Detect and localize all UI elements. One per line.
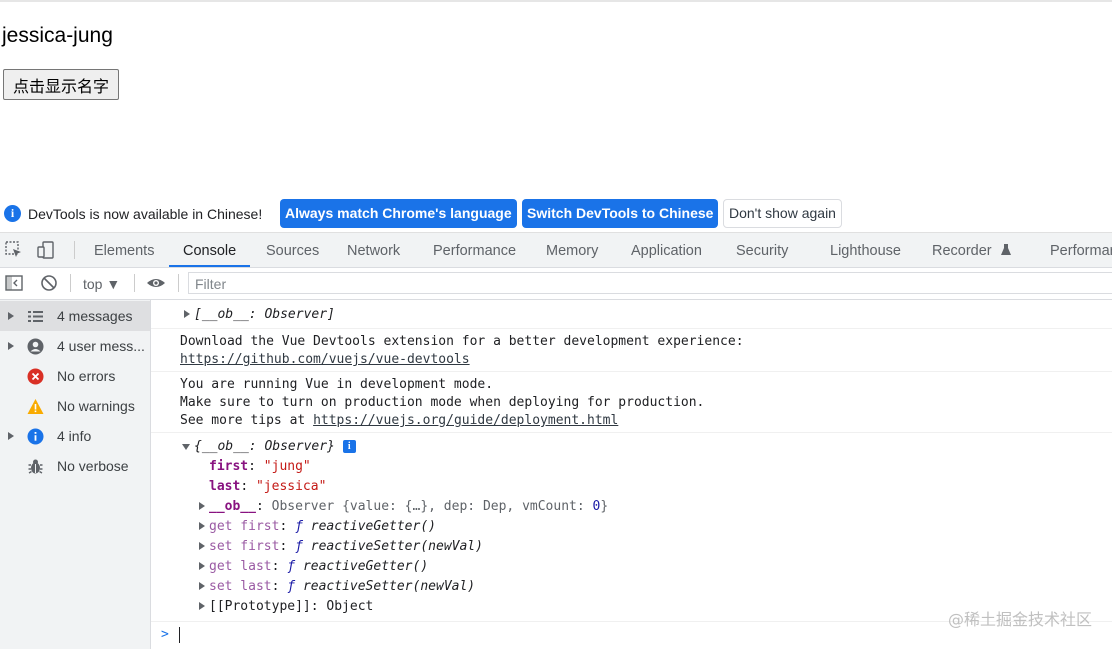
toolbar-divider — [74, 241, 75, 259]
expand-arrow-icon[interactable] — [184, 310, 190, 318]
sidebar-label: 4 user mess... — [57, 338, 145, 354]
top-border — [0, 0, 1112, 2]
expand-arrow-icon — [8, 342, 14, 350]
tab-lighthouse[interactable]: Lighthouse — [830, 233, 901, 265]
expand-arrow-icon[interactable] — [199, 562, 205, 570]
tab-recorder[interactable]: Recorder — [932, 233, 1012, 265]
object-header[interactable]: {__ob__: Observer} i — [194, 439, 356, 454]
warning-icon — [27, 399, 44, 414]
console-line: [__ob__: Observer] — [194, 307, 335, 322]
tab-memory[interactable]: Memory — [546, 233, 598, 265]
expand-arrow-icon[interactable] — [199, 602, 205, 610]
info-icon — [27, 428, 44, 445]
devtools-panel: i DevTools is now available in Chinese! … — [0, 197, 1112, 649]
console-line: You are running Vue in development mode. — [180, 377, 494, 392]
sidebar-item-messages[interactable]: 4 messages — [0, 301, 150, 331]
error-icon — [27, 368, 44, 385]
sidebar-item-verbose[interactable]: No verbose — [0, 451, 150, 481]
sidebar-label: No verbose — [57, 458, 129, 474]
inspect-element-icon[interactable] — [5, 241, 23, 259]
device-toolbar-icon[interactable] — [37, 241, 55, 259]
expand-arrow-icon[interactable] — [199, 502, 205, 510]
object-prop-prototype[interactable]: [[Prototype]]: Object — [209, 599, 373, 614]
vue-devtools-link[interactable]: https://github.com/vuejs/vue-devtools — [180, 352, 470, 367]
object-prop-set-last[interactable]: set last: ƒ reactiveSetter(newVal) — [209, 579, 475, 594]
name-display: jessica-jung — [2, 24, 113, 47]
filterbar-divider-2 — [134, 274, 135, 292]
sidebar-item-errors[interactable]: No errors — [0, 361, 150, 391]
match-language-button[interactable]: Always match Chrome's language — [280, 199, 517, 228]
filterbar-divider-3 — [178, 274, 179, 292]
console-message-dev-mode: You are running Vue in development mode.… — [151, 372, 1112, 433]
tab-elements[interactable]: Elements — [94, 233, 154, 265]
expand-arrow-icon[interactable] — [199, 522, 205, 530]
tab-sources[interactable]: Sources — [266, 233, 319, 265]
object-prop-first: first: "jung" — [209, 459, 311, 474]
sidebar-label: 4 messages — [57, 308, 133, 324]
context-selector[interactable]: top ▼ — [83, 276, 120, 292]
expand-arrow-icon — [8, 312, 14, 320]
language-infobar: i DevTools is now available in Chinese! … — [0, 197, 1112, 233]
tab-network[interactable]: Network — [347, 233, 400, 265]
infobar-text: DevTools is now available in Chinese! — [28, 206, 263, 222]
object-prop-get-last[interactable]: get last: ƒ reactiveGetter() — [209, 559, 428, 574]
console-sidebar: 4 messages 4 user mess... No errors No w… — [0, 300, 151, 649]
watermark: @稀土掘金技术社区 — [947, 610, 1092, 629]
console-message-object: {__ob__: Observer} i first: "jung" last:… — [151, 433, 1112, 622]
filterbar-divider — [70, 274, 71, 292]
object-prop-get-first[interactable]: get first: ƒ reactiveGetter() — [209, 519, 436, 534]
deployment-guide-link[interactable]: https://vuejs.org/guide/deployment.html — [313, 413, 618, 428]
object-header-text: {__ob__: Observer} — [194, 439, 335, 454]
tab-recorder-label: Recorder — [932, 243, 992, 259]
tab-console[interactable]: Console — [169, 233, 251, 267]
sidebar-label: No errors — [57, 368, 116, 384]
clear-console-icon[interactable] — [40, 274, 58, 292]
sidebar-item-warnings[interactable]: No warnings — [0, 391, 150, 421]
sidebar-toggle-icon[interactable] — [5, 274, 23, 292]
list-icon — [28, 311, 43, 322]
switch-chinese-button[interactable]: Switch DevTools to Chinese — [522, 199, 719, 228]
filter-input[interactable]: Filter — [188, 272, 1112, 294]
sidebar-label: 4 info — [57, 428, 92, 444]
bug-icon — [28, 459, 43, 474]
sidebar-item-info[interactable]: 4 info — [0, 421, 150, 451]
console-input-caret[interactable] — [179, 627, 180, 643]
object-prop-last: last: "jessica" — [209, 479, 327, 494]
live-expression-eye-icon[interactable] — [146, 274, 166, 292]
console-line: Make sure to turn on production mode whe… — [180, 395, 705, 410]
info-icon: i — [4, 205, 21, 222]
sidebar-item-user-messages[interactable]: 4 user mess... — [0, 331, 150, 361]
console-prompt-icon: > — [161, 627, 169, 642]
console-message-array[interactable]: [__ob__: Observer] — [151, 300, 1112, 329]
expand-arrow-icon[interactable] — [199, 582, 205, 590]
info-badge-icon[interactable]: i — [342, 440, 356, 453]
show-name-button[interactable]: 点击显示名字 — [3, 69, 120, 100]
collapse-arrow-icon[interactable] — [182, 444, 190, 450]
console-line: Download the Vue Devtools extension for … — [180, 334, 744, 349]
tab-performance[interactable]: Performance — [433, 233, 516, 265]
tab-security[interactable]: Security — [736, 233, 788, 265]
sidebar-label: No warnings — [57, 398, 135, 414]
devtools-tabbar: Elements Console Sources Network Perform… — [0, 233, 1112, 268]
tab-application[interactable]: Application — [631, 233, 702, 265]
expand-arrow-icon — [8, 432, 14, 440]
tips-prefix: See more tips at — [180, 413, 314, 428]
dont-show-again-button[interactable]: Don't show again — [723, 199, 842, 228]
object-prop-set-first[interactable]: set first: ƒ reactiveSetter(newVal) — [209, 539, 483, 554]
expand-arrow-icon[interactable] — [199, 542, 205, 550]
object-prop-ob[interactable]: __ob__: Observer {value: {…}, dep: Dep, … — [209, 499, 608, 514]
tab-performance-insights[interactable]: Performar — [1050, 233, 1112, 265]
flask-icon — [1000, 244, 1011, 255]
console-line: See more tips at https://vuejs.org/guide… — [180, 413, 618, 428]
console-filterbar: top ▼ Filter — [0, 268, 1112, 300]
console-message-vue-devtools: Download the Vue Devtools extension for … — [151, 329, 1112, 372]
console-output: [__ob__: Observer] Download the Vue Devt… — [151, 300, 1112, 649]
user-icon — [27, 338, 44, 355]
